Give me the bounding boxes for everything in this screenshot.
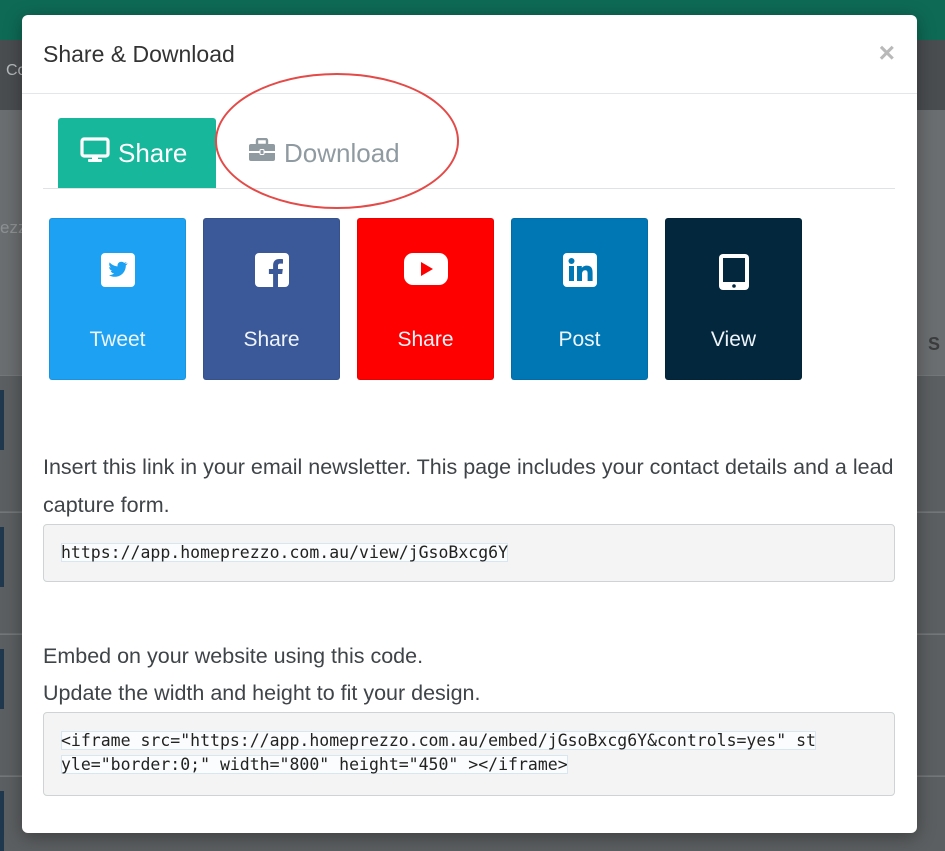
modal-header: Share & Download × <box>22 15 917 94</box>
background-row-stub <box>0 390 4 450</box>
tab-download-label: Download <box>284 137 400 168</box>
monitor-icon <box>80 136 118 170</box>
background-row-stub <box>0 527 4 587</box>
embed-code-line1[interactable]: <iframe src="https://app.homeprezzo.com.… <box>61 731 816 750</box>
embed-code-box[interactable]: <iframe src="https://app.homeprezzo.com.… <box>43 712 895 796</box>
youtube-share-label: Share <box>397 328 454 351</box>
close-button[interactable]: × <box>879 39 895 67</box>
share-download-modal: Share & Download × Share Download Tweet … <box>22 15 917 833</box>
share-link-box[interactable]: https://app.homeprezzo.com.au/view/jGsoB… <box>43 524 895 582</box>
share-link-url[interactable]: https://app.homeprezzo.com.au/view/jGsoB… <box>61 541 509 565</box>
embed-description-line2: Update the width and height to fit your … <box>43 681 481 705</box>
facebook-share-button[interactable]: Share <box>203 218 340 380</box>
embed-description-line1: Embed on your website using this code. <box>43 644 424 668</box>
tab-share[interactable]: Share <box>58 118 216 188</box>
background-row-stub <box>0 649 4 709</box>
tab-bar: Share Download <box>43 118 895 189</box>
embed-code-line2[interactable]: yle="border:0;" width="800" height="450"… <box>61 755 568 774</box>
twitter-icon <box>50 253 185 287</box>
background-column-fragment: S <box>928 334 941 354</box>
facebook-share-label: Share <box>243 328 300 351</box>
view-button-label: View <box>710 328 757 351</box>
tweet-button[interactable]: Tweet <box>49 218 186 380</box>
linkedin-post-label: Post <box>558 328 601 351</box>
background-row-stub <box>0 791 4 851</box>
tablet-icon <box>666 253 801 291</box>
modal-title: Share & Download <box>43 41 235 67</box>
linkedin-post-button[interactable]: Post <box>511 218 648 380</box>
tweet-button-label: Tweet <box>89 328 146 351</box>
share-link-url-text[interactable]: https://app.homeprezzo.com.au/view/jGsoB… <box>61 543 509 562</box>
view-button[interactable]: View <box>665 218 802 380</box>
linkedin-icon <box>512 253 647 287</box>
youtube-share-button[interactable]: Share <box>357 218 494 380</box>
tab-share-label: Share <box>118 137 188 168</box>
facebook-icon <box>204 253 339 287</box>
link-description: Insert this link in your email newslette… <box>43 455 894 517</box>
embed-code[interactable]: <iframe src="https://app.homeprezzo.com.… <box>61 729 881 777</box>
tab-download[interactable]: Download <box>226 118 426 188</box>
youtube-icon <box>358 253 493 285</box>
briefcase-icon <box>248 137 284 169</box>
